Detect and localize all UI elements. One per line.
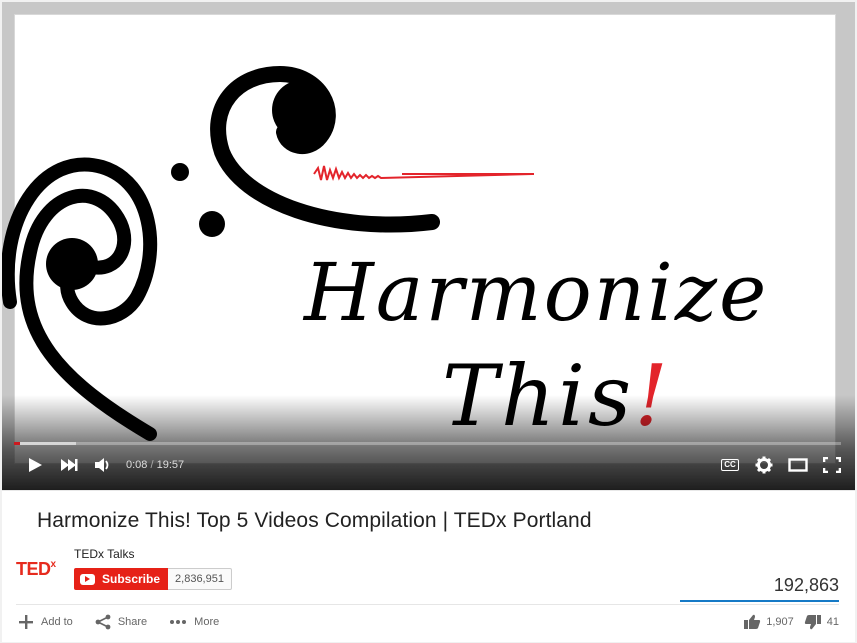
subscribe-button[interactable]: Subscribe: [74, 568, 169, 590]
progress-played: [14, 442, 20, 445]
add-to-label: Add to: [41, 616, 73, 628]
theater-icon: [788, 458, 808, 472]
volume-icon: [95, 458, 109, 472]
like-dislike-group: 1,907 41: [743, 614, 839, 630]
more-icon: [169, 619, 187, 625]
channel-name-link[interactable]: TEDx Talks: [74, 547, 134, 561]
youtube-play-icon: [80, 573, 95, 585]
like-ratio-bar: [680, 600, 839, 602]
time-separator: /: [147, 459, 157, 471]
thumbs-up-icon: [743, 614, 761, 630]
more-button[interactable]: More: [169, 616, 219, 628]
add-icon: [18, 614, 34, 630]
progress-buffered: [14, 442, 77, 445]
video-title: Harmonize This! Top 5 Videos Compilation…: [37, 509, 592, 532]
cc-icon: CC: [721, 459, 739, 471]
volume-button[interactable]: [86, 450, 120, 480]
like-count: 1,907: [766, 616, 794, 628]
view-count: 192,863: [773, 575, 839, 595]
next-button[interactable]: [52, 450, 86, 480]
actions-divider: [16, 604, 839, 605]
fullscreen-icon: [823, 457, 841, 473]
waveform-graphic: [313, 165, 534, 181]
like-button[interactable]: 1,907: [743, 614, 794, 630]
thumbs-down-icon: [804, 614, 822, 630]
progress-bar[interactable]: [14, 442, 841, 445]
dislike-count: 41: [826, 616, 839, 628]
more-label: More: [194, 616, 220, 628]
action-bar: Add to Share More: [18, 614, 241, 630]
channel-logo-sup: x: [50, 559, 57, 570]
play-icon: [29, 458, 42, 472]
video-player[interactable]: Harmonize This! 0:08 / 19:57 CC: [2, 2, 855, 490]
settings-icon: [755, 456, 773, 474]
captions-button[interactable]: CC: [713, 450, 747, 480]
video-info-panel: Harmonize This! Top 5 Videos Compilation…: [2, 490, 855, 642]
subscribe-label: Subscribe: [102, 572, 161, 586]
subscribe-group: Subscribe 2,836,951: [74, 568, 232, 590]
share-label: Share: [117, 616, 148, 628]
time-display: 0:08 / 19:57: [126, 459, 184, 471]
channel-logo-text: TED: [16, 559, 51, 579]
next-icon: [61, 459, 78, 471]
settings-button[interactable]: [747, 450, 781, 480]
subscriber-count: 2,836,951: [168, 568, 232, 590]
current-time: 0:08: [126, 459, 148, 471]
share-button[interactable]: Share: [95, 614, 147, 630]
fullscreen-button[interactable]: [815, 450, 849, 480]
channel-logo[interactable]: TEDx: [16, 559, 56, 580]
play-button[interactable]: [18, 450, 52, 480]
player-controls: 0:08 / 19:57 CC: [2, 450, 855, 480]
share-icon: [95, 614, 111, 630]
thumbnail-harmonize-text: Harmonize: [302, 246, 768, 339]
add-to-button[interactable]: Add to: [18, 614, 73, 630]
theater-mode-button[interactable]: [781, 450, 815, 480]
dislike-button[interactable]: 41: [804, 614, 839, 630]
duration: 19:57: [156, 459, 185, 471]
